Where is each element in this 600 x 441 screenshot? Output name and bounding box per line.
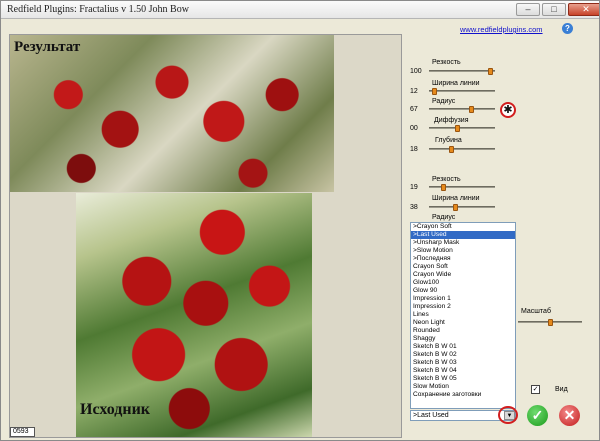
zoom-slider-thumb[interactable]: [548, 319, 553, 326]
highlight-ring: [498, 406, 518, 424]
close-button[interactable]: ✕: [568, 3, 599, 16]
preset-dropdown-list[interactable]: >Crayon Soft >Last Used >Unsharp Mask >S…: [410, 222, 516, 409]
website-link[interactable]: www.redfieldplugins.com: [460, 25, 543, 34]
reset-asterisk-icon[interactable]: ✱: [500, 102, 516, 118]
slider-track[interactable]: [429, 186, 495, 188]
close-icon: ✕: [563, 407, 576, 423]
param-label: Ширина линии: [432, 195, 480, 202]
preset-option[interactable]: Lines: [411, 311, 515, 319]
preset-option[interactable]: >Unsharp Mask: [411, 239, 515, 247]
preset-option[interactable]: Impression 2: [411, 303, 515, 311]
slider-thumb[interactable]: [449, 146, 454, 153]
param-value: 100: [410, 68, 422, 75]
result-caption: Результат: [14, 39, 81, 55]
param-value: 18: [410, 146, 418, 153]
preset-option[interactable]: Sketch B W 04: [411, 367, 515, 375]
preset-option[interactable]: Shaggy: [411, 335, 515, 343]
ok-button[interactable]: ✓: [527, 405, 548, 426]
preset-option[interactable]: Sketch B W 03: [411, 359, 515, 367]
preset-option[interactable]: Neon Light: [411, 319, 515, 327]
preset-combo-value: >Last Used: [413, 412, 449, 419]
param-label: Радиус: [432, 214, 456, 221]
slider-track[interactable]: [429, 148, 495, 150]
param-value: 00: [410, 125, 418, 132]
checkmark-icon: ✓: [531, 407, 544, 423]
help-icon[interactable]: ?: [562, 23, 573, 34]
view-checkbox[interactable]: ✓: [531, 385, 540, 394]
preset-option[interactable]: Crayon Wide: [411, 271, 515, 279]
slider-thumb[interactable]: [488, 68, 493, 75]
preset-option[interactable]: Glow 90: [411, 287, 515, 295]
source-caption: Исходник: [80, 401, 151, 418]
slider-track[interactable]: [429, 90, 495, 92]
slider-track[interactable]: [429, 108, 495, 110]
slider-thumb[interactable]: [455, 125, 460, 132]
preset-option[interactable]: Glow100: [411, 279, 515, 287]
param-label: Резкость: [432, 176, 461, 183]
maximize-icon: □: [551, 4, 557, 14]
preset-option[interactable]: >Crayon Soft: [411, 223, 515, 231]
param-value: 19: [410, 184, 418, 191]
preset-option[interactable]: Sketch B W 01: [411, 343, 515, 351]
slider-thumb[interactable]: [441, 184, 446, 191]
maximize-button[interactable]: □: [542, 3, 566, 16]
preset-option[interactable]: Sketch B W 05: [411, 375, 515, 383]
slider-track[interactable]: [429, 206, 495, 208]
preset-option[interactable]: Slow Motion: [411, 383, 515, 391]
plugin-window: Redfield Plugins: Fractalius v 1.50 John…: [0, 0, 600, 441]
slider-track[interactable]: [429, 127, 495, 129]
preview-area[interactable]: Результат Исходник: [9, 34, 402, 438]
source-image: Исходник: [76, 193, 312, 437]
coordinate-readout: 0593: [10, 427, 35, 437]
param-value: 67: [410, 106, 418, 113]
slider-thumb[interactable]: [432, 88, 437, 95]
minimize-button[interactable]: ‒: [516, 3, 540, 16]
preset-option-selected[interactable]: >Last Used: [411, 231, 515, 239]
param-label: Диффузия: [434, 117, 469, 124]
preset-option[interactable]: >Последняя: [411, 255, 515, 263]
minimize-icon: ‒: [525, 4, 531, 14]
preset-option[interactable]: >Slow Motion: [411, 247, 515, 255]
param-value: 12: [410, 88, 418, 95]
preset-option[interactable]: Impression 1: [411, 295, 515, 303]
param-label: Радиус: [432, 98, 456, 105]
zoom-label: Масштаб: [521, 308, 551, 315]
param-value: 38: [410, 204, 418, 211]
preset-option[interactable]: Crayon Soft: [411, 263, 515, 271]
preset-option[interactable]: Sketch B W 02: [411, 351, 515, 359]
slider-thumb[interactable]: [469, 106, 474, 113]
cancel-button[interactable]: ✕: [559, 405, 580, 426]
view-checkbox-label: Вид: [555, 386, 568, 393]
result-image: [10, 35, 334, 192]
window-title: Redfield Plugins: Fractalius v 1.50 John…: [7, 4, 189, 15]
param-label: Глубина: [435, 137, 462, 144]
param-label: Ширина линии: [432, 80, 480, 87]
preset-option[interactable]: Rounded: [411, 327, 515, 335]
preset-option[interactable]: Сохранение заготовки: [411, 391, 515, 399]
slider-track[interactable]: [429, 70, 495, 72]
close-icon: ✕: [582, 4, 590, 14]
slider-thumb[interactable]: [453, 204, 458, 211]
param-label: Резкость: [432, 59, 461, 66]
title-bar[interactable]: Redfield Plugins: Fractalius v 1.50 John…: [1, 1, 599, 19]
